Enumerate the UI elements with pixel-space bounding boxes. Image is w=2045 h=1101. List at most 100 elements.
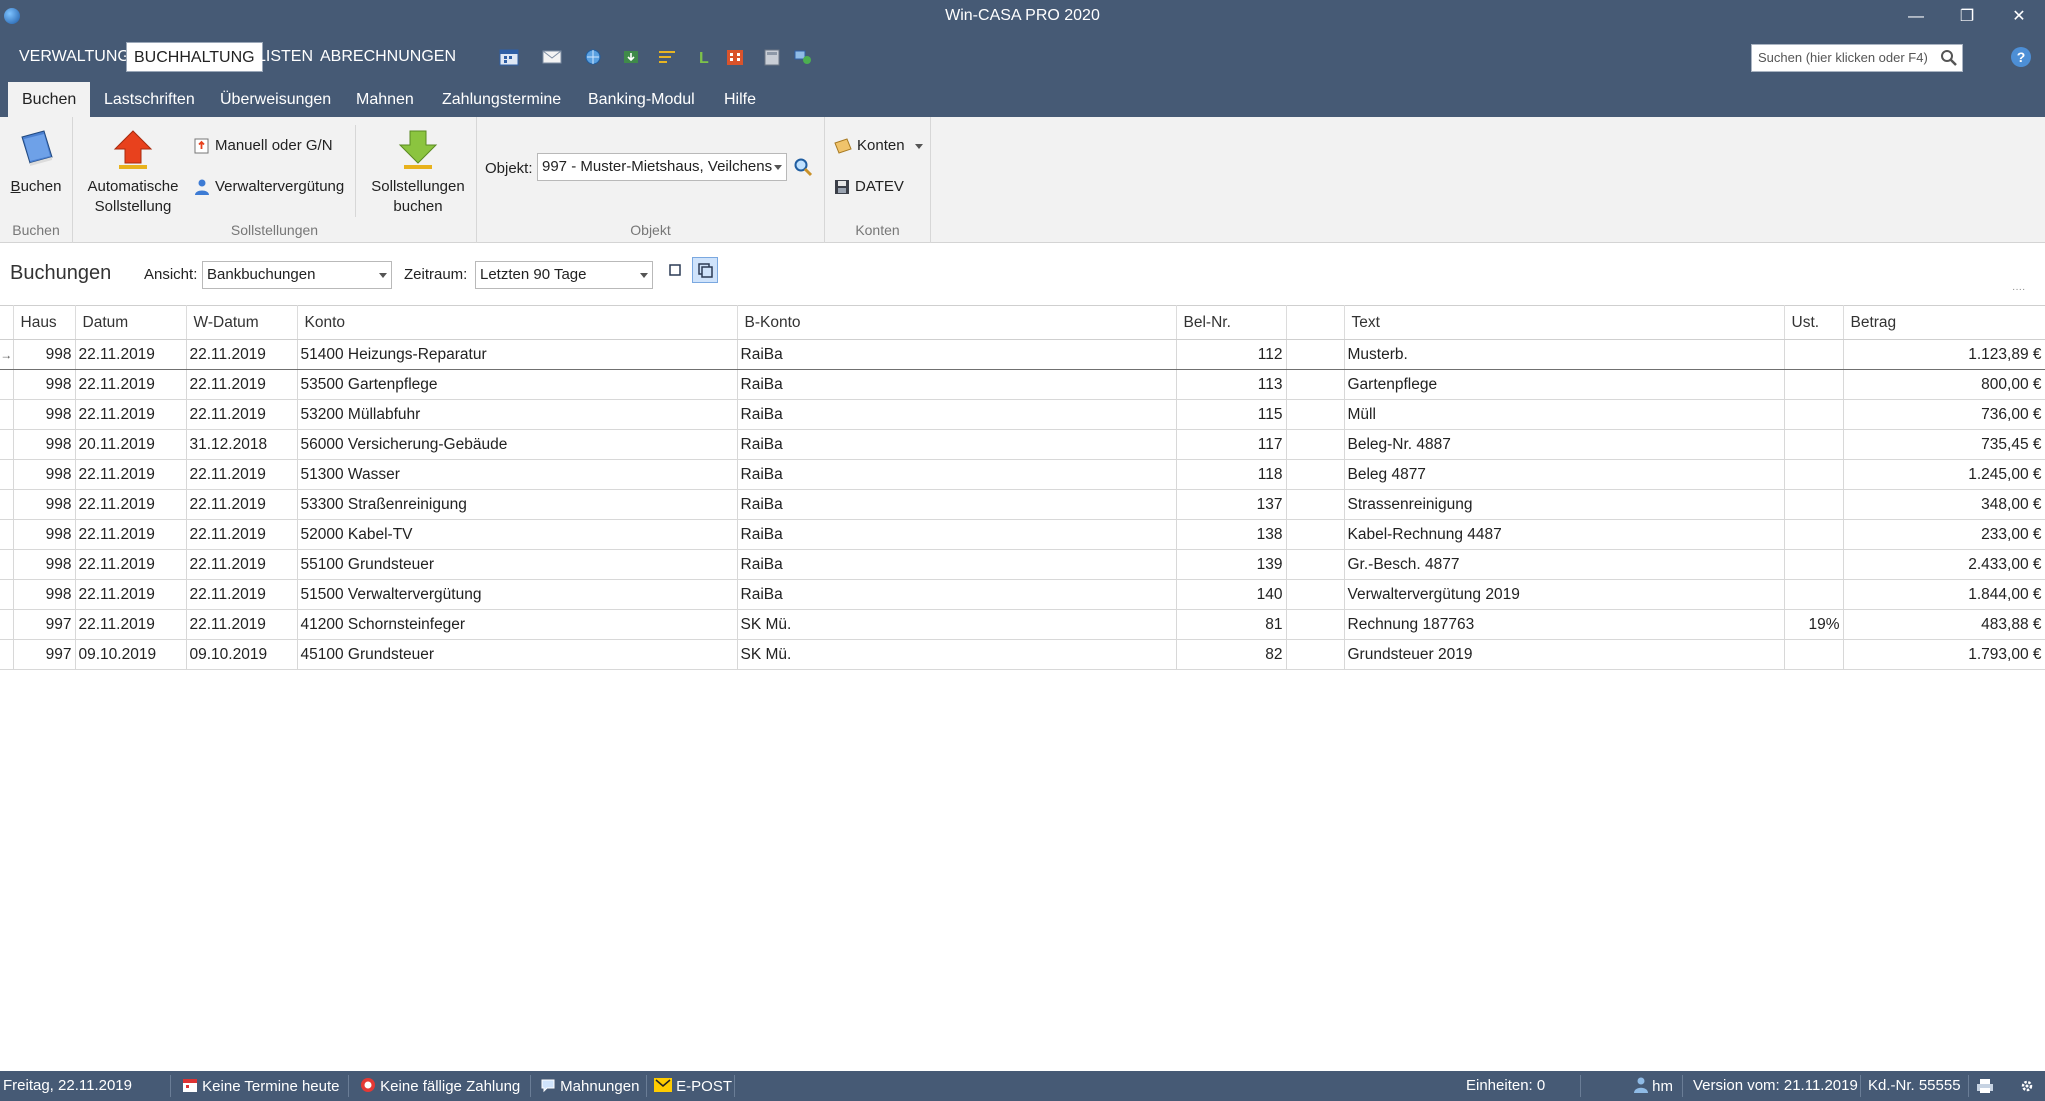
- cell-ust[interactable]: [1784, 579, 1844, 610]
- cell-empty[interactable]: [1286, 399, 1345, 430]
- cell-empty[interactable]: [1286, 549, 1345, 580]
- buchen-button[interactable]: Buchen: [6, 127, 66, 197]
- cell-bel-nr[interactable]: 82: [1176, 639, 1287, 670]
- cell-text[interactable]: Grundsteuer 2019: [1344, 639, 1785, 670]
- search-input[interactable]: Suchen (hier klicken oder F4): [1751, 44, 1963, 72]
- cell-w-datum[interactable]: 09.10.2019: [186, 639, 298, 670]
- cell-ust[interactable]: [1784, 489, 1844, 520]
- single-window-toggle-icon[interactable]: [662, 257, 688, 283]
- cell-ust[interactable]: [1784, 519, 1844, 550]
- column-chooser-icon[interactable]: ····: [2012, 284, 2025, 295]
- cell-ust[interactable]: [1784, 639, 1844, 670]
- cell-w-datum[interactable]: 22.11.2019: [186, 609, 298, 640]
- cell-datum[interactable]: 22.11.2019: [75, 609, 187, 640]
- cell-betrag[interactable]: 736,00 €: [1843, 399, 2045, 430]
- cell-b-konto[interactable]: SK Mü.: [737, 609, 1177, 640]
- cell-empty[interactable]: [1286, 519, 1345, 550]
- search-objekt-icon[interactable]: [793, 157, 813, 177]
- konten-dropdown-button[interactable]: Konten: [833, 137, 923, 155]
- cell-empty[interactable]: [1286, 339, 1345, 370]
- cell-betrag[interactable]: 348,00 €: [1843, 489, 2045, 520]
- cell-betrag[interactable]: 1.844,00 €: [1843, 579, 2045, 610]
- manuell-gn-button[interactable]: Manuell oder G/N: [193, 137, 333, 155]
- cell-haus[interactable]: 998: [13, 399, 76, 430]
- cell-haus[interactable]: 998: [13, 429, 76, 460]
- verwalterverguetung-button[interactable]: Verwaltervergütung: [193, 178, 344, 196]
- cell-ust[interactable]: [1784, 369, 1844, 400]
- table-row[interactable]: 998 22.11.2019 22.11.2019 55100 Grundsteuer…: [0, 549, 2045, 580]
- column-header-konto[interactable]: Konto: [297, 305, 738, 340]
- column-header-datum[interactable]: Datum: [75, 305, 187, 340]
- cell-betrag[interactable]: 233,00 €: [1843, 519, 2045, 550]
- cell-text[interactable]: Beleg 4877: [1344, 459, 1785, 490]
- cell-text[interactable]: Müll: [1344, 399, 1785, 430]
- calendar-icon[interactable]: [498, 47, 520, 67]
- cell-konto[interactable]: 51400 Heizungs-Reparatur: [297, 339, 738, 370]
- tab-ueberweisungen[interactable]: Überweisungen: [206, 82, 345, 117]
- cell-bel-nr[interactable]: 137: [1176, 489, 1287, 520]
- cell-b-konto[interactable]: RaiBa: [737, 429, 1177, 460]
- cell-haus[interactable]: 998: [13, 369, 76, 400]
- cell-datum[interactable]: 22.11.2019: [75, 579, 187, 610]
- row-indicator[interactable]: [0, 429, 14, 460]
- row-indicator[interactable]: [0, 399, 14, 430]
- cell-betrag[interactable]: 483,88 €: [1843, 609, 2045, 640]
- row-indicator[interactable]: [0, 579, 14, 610]
- printer-icon[interactable]: [1976, 1078, 1994, 1094]
- status-mahnungen[interactable]: Mahnungen: [540, 1077, 639, 1095]
- cell-betrag[interactable]: 800,00 €: [1843, 369, 2045, 400]
- cell-empty[interactable]: [1286, 429, 1345, 460]
- table-row[interactable]: 997 22.11.2019 22.11.2019 41200 Schornstein…: [0, 609, 2045, 640]
- objekt-select[interactable]: 997 - Muster-Mietshaus, Veilchens: [537, 153, 787, 181]
- cell-text[interactable]: Beleg-Nr. 4887: [1344, 429, 1785, 460]
- column-header-betrag[interactable]: Betrag: [1843, 305, 2045, 340]
- cell-empty[interactable]: [1286, 489, 1345, 520]
- cell-ust[interactable]: [1784, 459, 1844, 490]
- table-row[interactable]: 998 22.11.2019 22.11.2019 53200 Müllabfuhr R…: [0, 399, 2045, 430]
- cell-bel-nr[interactable]: 115: [1176, 399, 1287, 430]
- zeitraum-select[interactable]: Letzten 90 Tage: [475, 261, 653, 289]
- cell-betrag[interactable]: 1.245,00 €: [1843, 459, 2045, 490]
- list-sort-icon[interactable]: [656, 47, 678, 67]
- cell-b-konto[interactable]: RaiBa: [737, 369, 1177, 400]
- cell-konto[interactable]: 51300 Wasser: [297, 459, 738, 490]
- table-row[interactable]: 998 20.11.2019 31.12.2018 56000 Versicherun…: [0, 429, 2045, 460]
- table-row[interactable]: 998 22.11.2019 22.11.2019 53500 Gartenpfleg…: [0, 369, 2045, 400]
- search-icon[interactable]: [1940, 49, 1958, 67]
- cell-konto[interactable]: 53500 Gartenpflege: [297, 369, 738, 400]
- cell-text[interactable]: Musterb.: [1344, 339, 1785, 370]
- cell-b-konto[interactable]: RaiBa: [737, 519, 1177, 550]
- row-indicator[interactable]: [0, 459, 14, 490]
- cell-datum[interactable]: 09.10.2019: [75, 639, 187, 670]
- settings-gear-icon[interactable]: [2018, 1078, 2036, 1094]
- ansicht-select[interactable]: Bankbuchungen: [202, 261, 392, 289]
- menu-abrechnungen[interactable]: ABRECHNUNGEN: [313, 42, 463, 72]
- cell-haus[interactable]: 998: [13, 489, 76, 520]
- cell-b-konto[interactable]: RaiBa: [737, 489, 1177, 520]
- ledger-l-icon[interactable]: L: [694, 47, 716, 67]
- cell-konto[interactable]: 55100 Grundsteuer: [297, 549, 738, 580]
- cell-datum[interactable]: 22.11.2019: [75, 519, 187, 550]
- cell-b-konto[interactable]: RaiBa: [737, 549, 1177, 580]
- cell-ust[interactable]: [1784, 399, 1844, 430]
- row-indicator[interactable]: [0, 609, 14, 640]
- row-indicator[interactable]: [0, 519, 14, 550]
- minimize-button[interactable]: —: [1896, 4, 1936, 30]
- cell-b-konto[interactable]: RaiBa: [737, 399, 1177, 430]
- cell-text[interactable]: Rechnung 187763: [1344, 609, 1785, 640]
- cell-konto[interactable]: 51500 Verwaltervergütung: [297, 579, 738, 610]
- tab-lastschriften[interactable]: Lastschriften: [90, 82, 209, 117]
- help-icon[interactable]: ?: [2011, 47, 2031, 67]
- column-header-b-konto[interactable]: B-Konto: [737, 305, 1177, 340]
- cell-empty[interactable]: [1286, 639, 1345, 670]
- tab-hilfe[interactable]: Hilfe: [710, 82, 770, 117]
- cell-haus[interactable]: 998: [13, 339, 76, 370]
- status-epost[interactable]: E-POST: [654, 1077, 732, 1095]
- cell-w-datum[interactable]: 22.11.2019: [186, 339, 298, 370]
- cell-konto[interactable]: 53300 Straßenreinigung: [297, 489, 738, 520]
- menu-buchhaltung[interactable]: BUCHHALTUNG: [126, 42, 263, 72]
- download-bank-icon[interactable]: [620, 47, 642, 67]
- cell-konto[interactable]: 41200 Schornsteinfeger: [297, 609, 738, 640]
- cell-w-datum[interactable]: 22.11.2019: [186, 399, 298, 430]
- cell-ust[interactable]: 19%: [1784, 609, 1844, 640]
